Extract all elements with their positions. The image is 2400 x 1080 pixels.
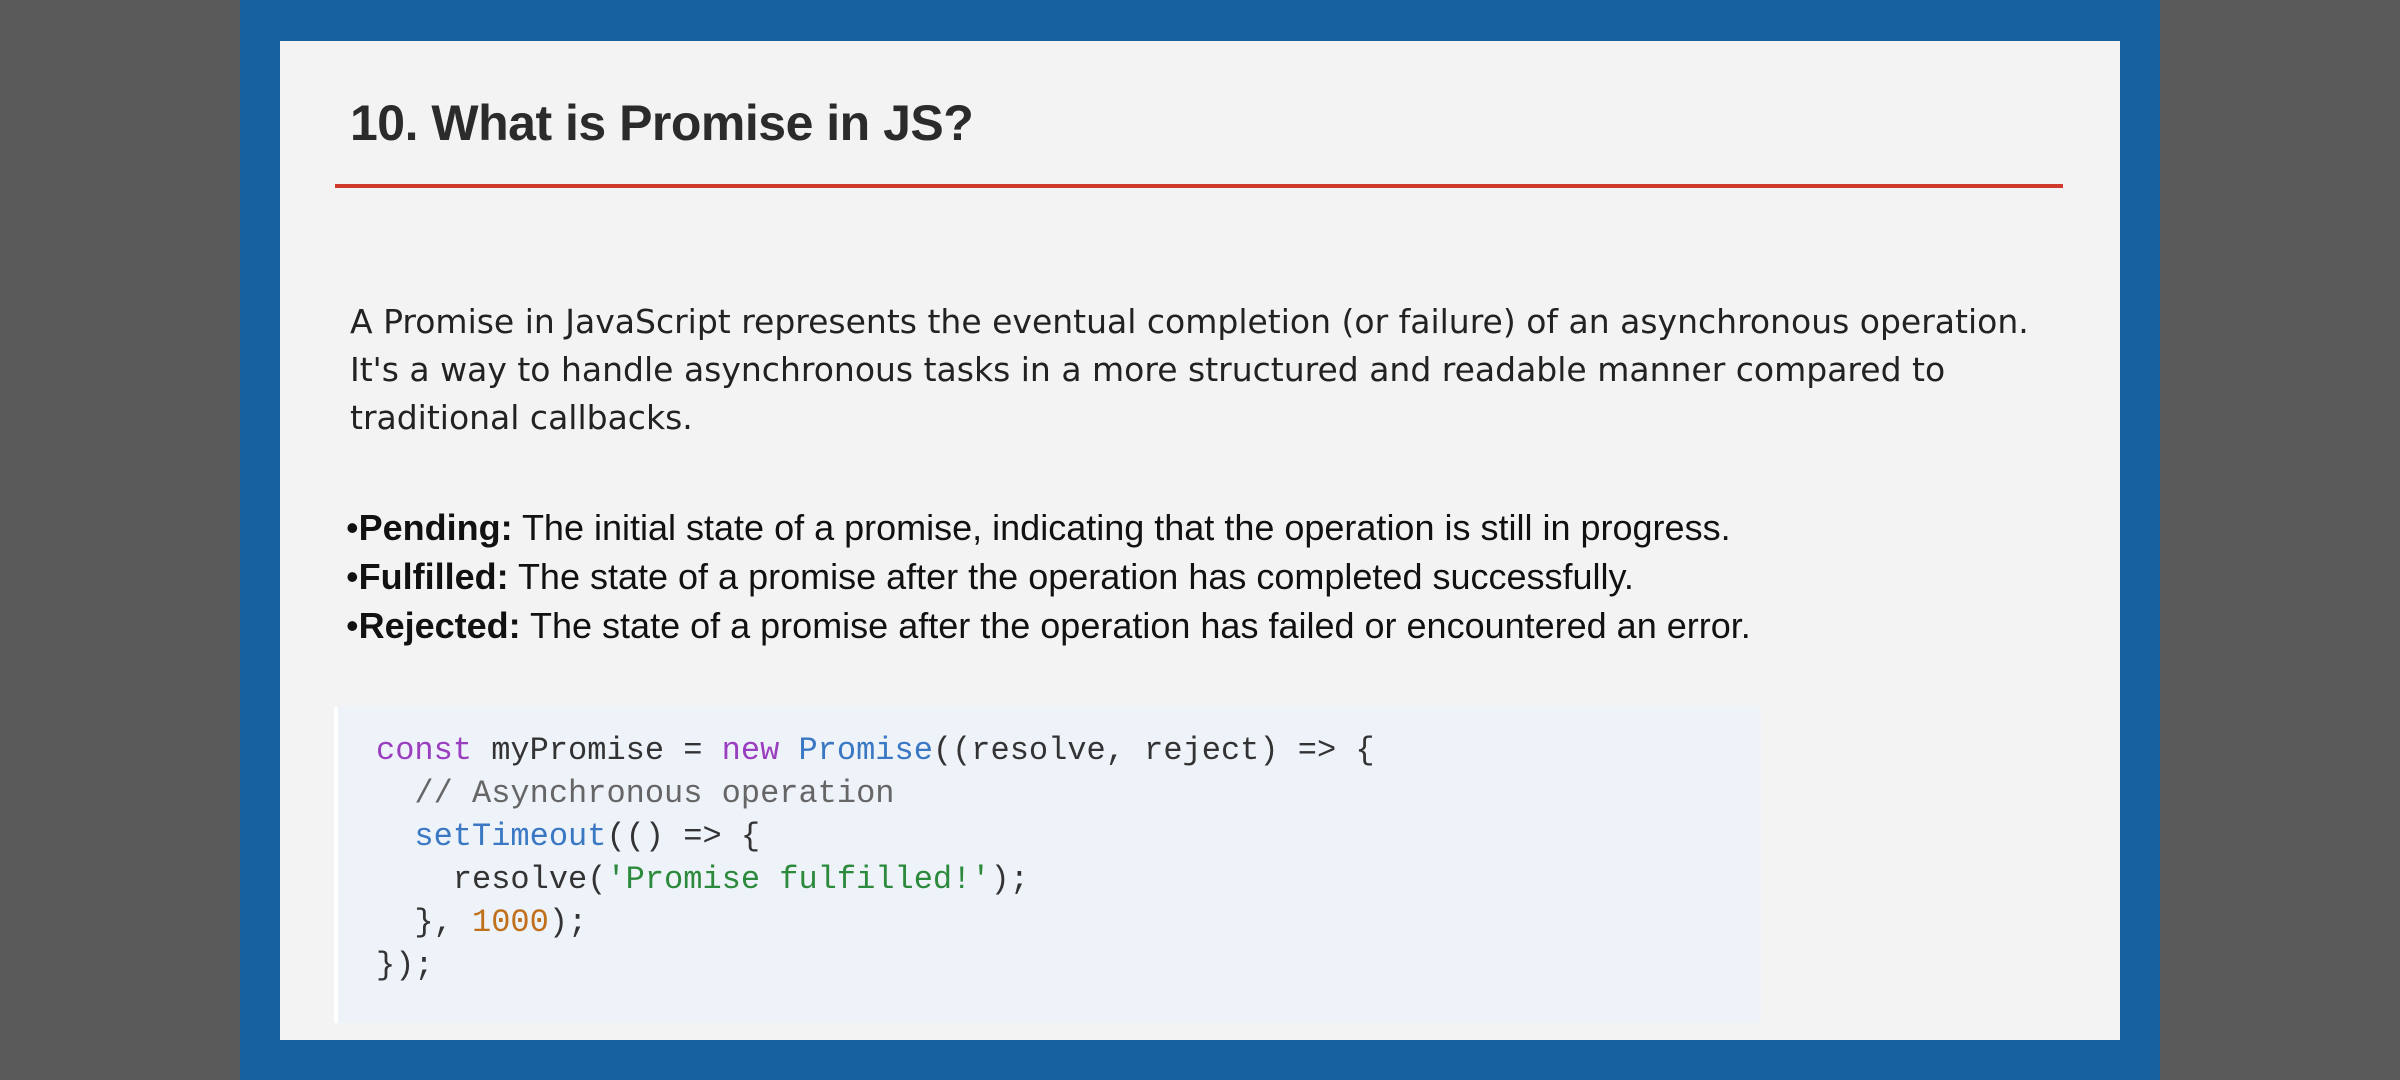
bullet: • xyxy=(346,507,359,548)
string: 'Promise fulfilled!' xyxy=(606,861,991,898)
state-fulfilled: •Fulfilled: The state of a promise after… xyxy=(346,552,1751,601)
code-text: ); xyxy=(990,861,1029,898)
code-line: // Asynchronous operation xyxy=(376,775,894,812)
function-name: Promise xyxy=(798,732,933,769)
code-block: const myPromise = new Promise((resolve, … xyxy=(334,707,1761,1023)
state-term: Rejected: xyxy=(358,605,521,646)
state-desc: The state of a promise after the operati… xyxy=(520,605,1751,646)
code-line: }, 1000); xyxy=(376,904,587,941)
comment: // Asynchronous operation xyxy=(414,775,895,812)
code-line: const myPromise = new Promise((resolve, … xyxy=(376,732,1375,769)
code-text: myPromise = xyxy=(472,732,722,769)
bullet: • xyxy=(346,605,359,646)
code-text: resolve( xyxy=(452,861,607,898)
function-name: setTimeout xyxy=(414,818,607,855)
state-desc: The initial state of a promise, indicati… xyxy=(512,507,1731,548)
code-line: setTimeout(() => { xyxy=(376,818,760,855)
title-divider xyxy=(335,184,2063,188)
code-text: }); xyxy=(376,947,434,984)
slide-title: 10. What is Promise in JS? xyxy=(350,95,974,151)
code-text: ((resolve, reject) => { xyxy=(932,732,1375,769)
intro-paragraph: A Promise in JavaScript represents the e… xyxy=(350,302,2029,437)
code: const myPromise = new Promise((resolve, … xyxy=(376,729,1375,987)
code-line: }); xyxy=(376,947,434,984)
code-text: (() => { xyxy=(606,818,761,855)
number: 1000 xyxy=(472,904,549,941)
state-desc: The state of a promise after the operati… xyxy=(508,556,1634,597)
state-term: Fulfilled: xyxy=(358,556,509,597)
code-text: }, xyxy=(414,904,473,941)
code-line: resolve('Promise fulfilled!'); xyxy=(376,861,1029,898)
slide: 10. What is Promise in JS? A Promise in … xyxy=(280,41,2120,1040)
bullet: • xyxy=(346,556,359,597)
state-term: Pending: xyxy=(358,507,513,548)
keyword: new xyxy=(721,732,780,769)
code-text: ); xyxy=(548,904,588,941)
state-pending: •Pending: The initial state of a promise… xyxy=(346,503,1751,552)
keyword: const xyxy=(376,732,473,769)
promise-states-list: •Pending: The initial state of a promise… xyxy=(346,503,1751,650)
state-rejected: •Rejected: The state of a promise after … xyxy=(346,601,1751,650)
